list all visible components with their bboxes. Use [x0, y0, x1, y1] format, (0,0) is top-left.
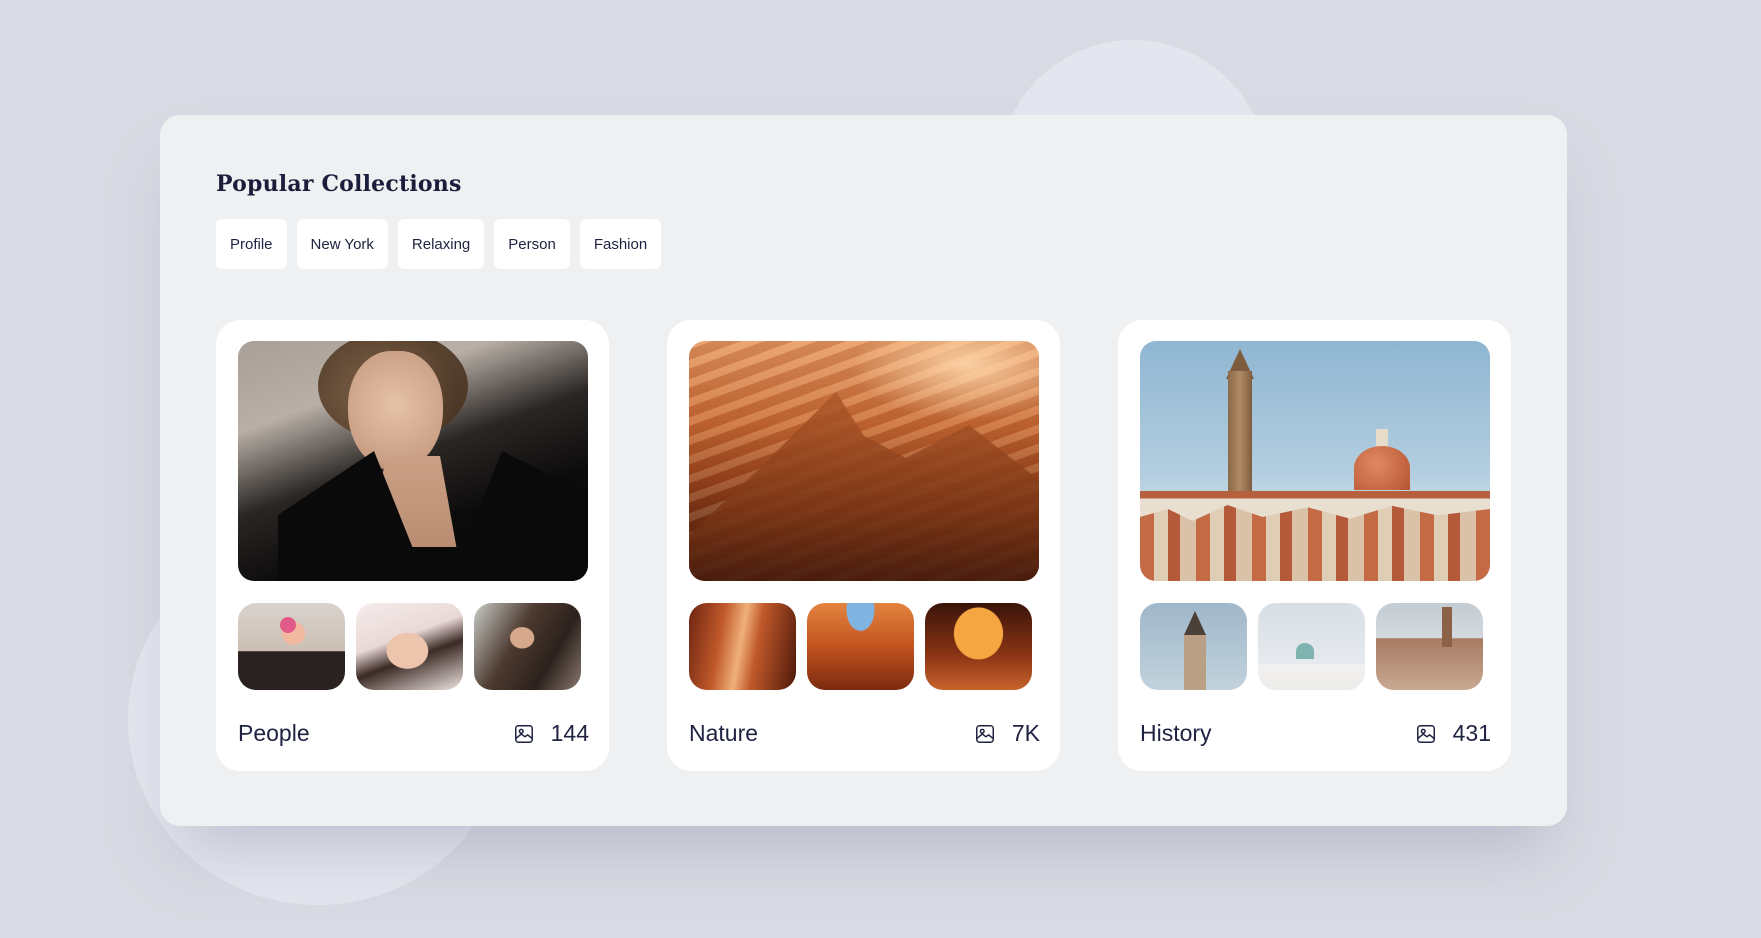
thumbnail-woman-dark-hair[interactable]: [474, 603, 581, 690]
section-title: Popular Collections: [216, 171, 462, 197]
collection-footer: People 144: [238, 720, 589, 747]
collection-thumbnails: [1140, 603, 1483, 690]
collection-hero-image[interactable]: [238, 341, 588, 581]
collection-thumbnails: [689, 603, 1032, 690]
thumbnail-photo: [807, 603, 914, 690]
tag-profile[interactable]: Profile: [216, 219, 287, 269]
collection-name: Nature: [689, 720, 759, 746]
collection-footer: Nature 7K: [689, 720, 1040, 747]
thumbnail-photo: [356, 603, 463, 690]
thumbnail-photo: [1258, 603, 1365, 690]
collection-card-history[interactable]: History 431: [1118, 320, 1511, 771]
image-icon: [514, 724, 533, 743]
collection-hero-image[interactable]: [1140, 341, 1490, 581]
collections-panel: Popular Collections Profile New York Rel…: [160, 115, 1567, 826]
collection-thumbnails: [238, 603, 581, 690]
tag-person[interactable]: Person: [494, 219, 570, 269]
collection-count: 144: [550, 720, 589, 746]
photo-canyon-waves: [689, 341, 1039, 581]
thumbnail-canyon-sky-opening[interactable]: [807, 603, 914, 690]
collection-count-group: 431: [1415, 720, 1491, 747]
thumbnail-church-spire[interactable]: [1140, 603, 1247, 690]
collection-count: 7K: [1011, 720, 1040, 746]
photo-face: [348, 351, 443, 471]
collection-hero-image[interactable]: [689, 341, 1039, 581]
collection-name: People: [238, 720, 310, 746]
thumbnail-photo: [1140, 603, 1247, 690]
thumbnail-white-mosque[interactable]: [1258, 603, 1365, 690]
collection-count-group: 7K: [974, 720, 1040, 747]
collection-count-group: 144: [513, 720, 589, 747]
thumbnail-photo: [238, 603, 345, 690]
photo-light: [849, 341, 1039, 421]
tag-fashion[interactable]: Fashion: [579, 219, 662, 269]
thumbnail-canyon-orange-glow[interactable]: [925, 603, 1032, 690]
image-icon: [975, 724, 994, 743]
thumbnail-photo: [689, 603, 796, 690]
thumbnail-canyon-light-beam[interactable]: [689, 603, 796, 690]
thumbnail-old-brick-building[interactable]: [1376, 603, 1483, 690]
thumbnail-photo: [474, 603, 581, 690]
collection-count: 431: [1452, 720, 1491, 746]
photo-woman-black-blazer: [238, 341, 588, 581]
thumbnail-woman-pink-flower[interactable]: [238, 603, 345, 690]
tag-new-york[interactable]: New York: [296, 219, 388, 269]
photo-dome: [1354, 446, 1410, 490]
collection-footer: History 431: [1140, 720, 1491, 747]
image-icon: [1416, 724, 1435, 743]
collection-card-people[interactable]: People 144: [216, 320, 609, 771]
thumbnail-woman-floral-shirt[interactable]: [356, 603, 463, 690]
photo-florence-skyline: [1140, 341, 1490, 581]
collection-cards: People 144 Nature 7K History 431: [216, 320, 1511, 771]
collection-card-nature[interactable]: Nature 7K: [667, 320, 1060, 771]
page: Popular Collections Profile New York Rel…: [0, 0, 1761, 938]
collection-name: History: [1140, 720, 1212, 746]
tag-relaxing[interactable]: Relaxing: [397, 219, 485, 269]
thumbnail-photo: [925, 603, 1032, 690]
thumbnail-photo: [1376, 603, 1483, 690]
tag-list: Profile New York Relaxing Person Fashion: [216, 219, 662, 269]
